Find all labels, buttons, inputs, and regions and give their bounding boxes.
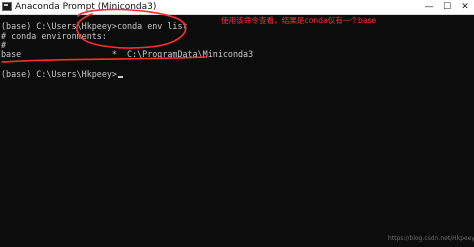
output-line-header: # conda environments: [1,31,107,41]
terminal-icon [2,2,12,11]
prompt-line-current[interactable]: (base) C:\Users\Hkpeey> [1,69,123,79]
watermark: https://blog.csdn.net/Hkpeey [388,235,474,242]
minimize-button[interactable]: — [420,0,438,14]
close-button[interactable]: ✕ [456,0,474,14]
annotation-note: 使用该命令查看，结果是conda仅有一个base [221,16,377,25]
output-line-env-base: base * C:\ProgramData\Miniconda3 [1,49,254,59]
prompt-text: (base) C:\Users\Hkpeey> [1,69,117,79]
maximize-button[interactable]: ☐ [438,0,456,14]
window-title: Anaconda Prompt (Miniconda3) [15,2,157,12]
prompt-line-command: (base) C:\Users\Hkpeey>conda env list [1,21,188,31]
text-cursor [117,76,123,78]
terminal-output[interactable]: (base) C:\Users\Hkpeey>conda env list # … [0,15,474,247]
title-bar[interactable]: Anaconda Prompt (Miniconda3) — ☐ ✕ [0,0,474,15]
